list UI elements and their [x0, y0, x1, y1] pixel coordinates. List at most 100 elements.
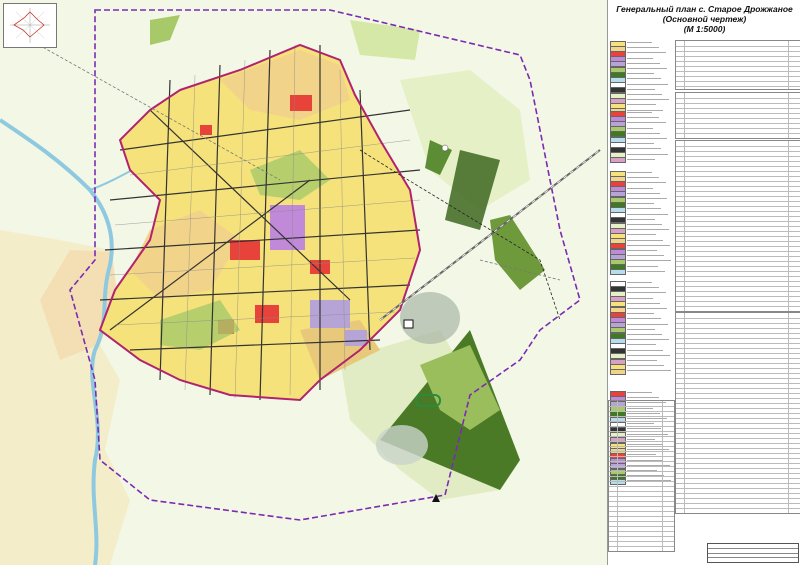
table-row-line — [676, 353, 800, 354]
table-row-line — [676, 358, 800, 359]
legend-text-line — [627, 334, 662, 335]
table-row-line — [676, 66, 800, 67]
table-row-line — [676, 323, 800, 324]
table-row-line — [676, 343, 800, 344]
table-row-line — [676, 56, 800, 57]
legend-text-line — [627, 360, 657, 361]
legend-text-line — [627, 318, 661, 320]
master-plan-map[interactable] — [0, 0, 607, 565]
table-row-line — [676, 301, 800, 302]
table-row-line — [609, 446, 674, 447]
table-row-line — [609, 476, 674, 477]
legend-text-line — [627, 132, 660, 134]
legend-text-line — [627, 83, 668, 85]
table-row-line — [609, 486, 674, 487]
legend-text-line — [627, 68, 667, 69]
table-row-line — [676, 403, 800, 404]
legend-text-line — [627, 349, 663, 351]
table-row-line — [676, 161, 800, 162]
table-row-line — [609, 526, 674, 527]
table-row-line — [676, 468, 800, 469]
table-column-line — [684, 41, 685, 89]
table-row-line — [609, 511, 674, 512]
legend-text-line — [627, 158, 655, 160]
table-row-line — [676, 333, 800, 334]
table-row-line — [609, 546, 674, 547]
table-row-line — [676, 156, 800, 157]
table-row-line — [676, 46, 800, 47]
table-row-line — [676, 251, 800, 252]
legend-text-line — [627, 42, 652, 43]
wind-rose-inset — [3, 3, 57, 48]
table-row-line — [676, 231, 800, 232]
table-row-line — [676, 151, 800, 152]
table-row-line — [676, 133, 800, 134]
legend-text-line — [627, 143, 654, 145]
table-row-line — [676, 413, 800, 414]
table-row-line — [676, 51, 800, 52]
table-row-line — [676, 488, 800, 489]
table-column-line — [788, 41, 789, 89]
table-row-line — [676, 241, 800, 242]
legend-text-line — [627, 182, 666, 184]
table-row-line — [609, 431, 674, 432]
table-row-line — [676, 186, 800, 187]
table-row-line — [676, 271, 800, 272]
legend-table — [675, 140, 800, 312]
table-row-line — [676, 191, 800, 192]
table-row-line — [609, 451, 674, 452]
table-row-line — [676, 498, 800, 499]
wind-rose-icon — [10, 8, 50, 43]
table-row-line — [676, 276, 800, 277]
title-block: Генеральный план с. Старое Дрожжаное (Ос… — [608, 4, 800, 34]
table-row-line — [609, 496, 674, 497]
legend-swatch — [610, 157, 626, 164]
table-column-line — [684, 313, 685, 513]
table-row-line — [676, 113, 800, 114]
legend-text-line — [627, 187, 653, 189]
table-row-line — [676, 216, 800, 217]
table-row-line — [676, 408, 800, 409]
table-row-line — [676, 448, 800, 449]
table-row-line — [676, 478, 800, 479]
legend-table — [675, 312, 800, 514]
legend-text-line — [627, 370, 671, 372]
table-row-line — [676, 433, 800, 434]
public-center-zone — [200, 125, 212, 135]
legend-text-line — [627, 328, 655, 330]
legend-text-line — [627, 94, 662, 95]
legend-text-line — [627, 172, 652, 173]
legend-swatch — [610, 368, 626, 375]
legend-text-line — [627, 73, 654, 75]
camera-icon[interactable] — [403, 319, 414, 329]
table-row-line — [609, 426, 674, 427]
table-row-line — [676, 291, 800, 292]
legend-text-line — [627, 392, 652, 393]
table-row-line — [676, 256, 800, 257]
legend-text-line — [627, 354, 670, 356]
table-row-line — [676, 211, 800, 212]
sanitary-zone — [400, 292, 460, 344]
legend-text-line — [627, 302, 660, 304]
map-canvas[interactable] — [0, 0, 607, 565]
legend-text-line — [627, 153, 668, 155]
table-row-line — [676, 363, 800, 364]
legend-text-line — [627, 255, 664, 257]
legend-text-line — [627, 213, 668, 215]
legend-text-line — [627, 244, 670, 246]
legend-text-line — [627, 397, 659, 399]
legend-text-line — [627, 260, 671, 262]
table-row-line — [676, 236, 800, 237]
legend-text-line — [627, 122, 666, 124]
table-row-line — [676, 428, 800, 429]
table-column-line — [617, 401, 618, 551]
legend-panel: Генеральный план с. Старое Дрожжаное (Ос… — [607, 0, 800, 565]
table-row-line — [609, 516, 674, 517]
legend-text-line — [627, 99, 669, 101]
table-row-line — [609, 441, 674, 442]
table-row-line — [676, 318, 800, 319]
legend-text-line — [627, 287, 659, 289]
table-column-line — [662, 401, 663, 551]
table-row-line — [676, 393, 800, 394]
legend-text-line — [627, 112, 652, 113]
